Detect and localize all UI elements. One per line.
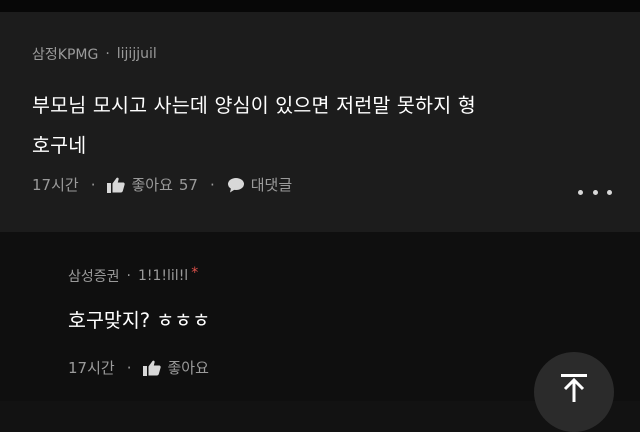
comment-text-line: 부모님 모시고 사는데 양심이 있으면 저런말 못하지 형 — [32, 94, 476, 117]
more-dots-icon — [578, 189, 583, 195]
scroll-to-top-button[interactable] — [534, 352, 614, 432]
reply-body: 호구맞지? ㅎㅎㅎ — [68, 309, 211, 332]
thumbs-up-icon — [143, 360, 162, 376]
comment-like-button[interactable]: 좋아요 57 — [107, 174, 198, 195]
reply-meta: 삼성증권 · 1!1!lil!l * — [68, 265, 199, 286]
comment-reply-label: 대댓글 — [250, 176, 293, 194]
reply-author[interactable]: 삼성증권 — [68, 266, 120, 286]
comment-action-bar: 17시간 · 좋아요 57 · 대댓글 — [32, 174, 292, 195]
comment-author-id[interactable]: lijijjuil — [117, 46, 157, 62]
action-separator: · — [90, 175, 96, 194]
reply-like-button[interactable]: 좋아요 — [143, 357, 209, 378]
top-divider — [0, 0, 640, 12]
speech-bubble-icon — [227, 177, 244, 192]
reply-like-label: 좋아요 — [167, 359, 209, 377]
reply-action-bar: 17시간 · 좋아요 — [68, 357, 209, 378]
comment-text-line: 호구네 — [32, 134, 87, 157]
reply-time: 17시간 — [68, 359, 115, 377]
comment-like-label: 좋아요 — [131, 176, 173, 194]
meta-separator: · — [105, 46, 110, 62]
comment-author[interactable]: 삼정KPMG — [32, 44, 98, 64]
meta-separator: · — [126, 268, 131, 284]
comment-like-count: 57 — [178, 175, 198, 194]
reply-author-id[interactable]: 1!1!lil!l — [138, 268, 188, 284]
more-options-button[interactable] — [578, 182, 612, 202]
required-mark: * — [191, 265, 199, 281]
action-separator: · — [209, 175, 215, 194]
action-separator: · — [126, 358, 132, 377]
comment-time: 17시간 — [32, 176, 79, 194]
arrow-to-top-icon — [561, 374, 587, 402]
comment-body: 부모님 모시고 사는데 양심이 있으면 저런말 못하지 형 호구네 — [32, 86, 592, 166]
comment-meta: 삼정KPMG · lijijjuil — [32, 44, 157, 64]
comment-reply-button[interactable]: 대댓글 — [227, 174, 292, 195]
thumbs-up-icon — [107, 177, 126, 193]
